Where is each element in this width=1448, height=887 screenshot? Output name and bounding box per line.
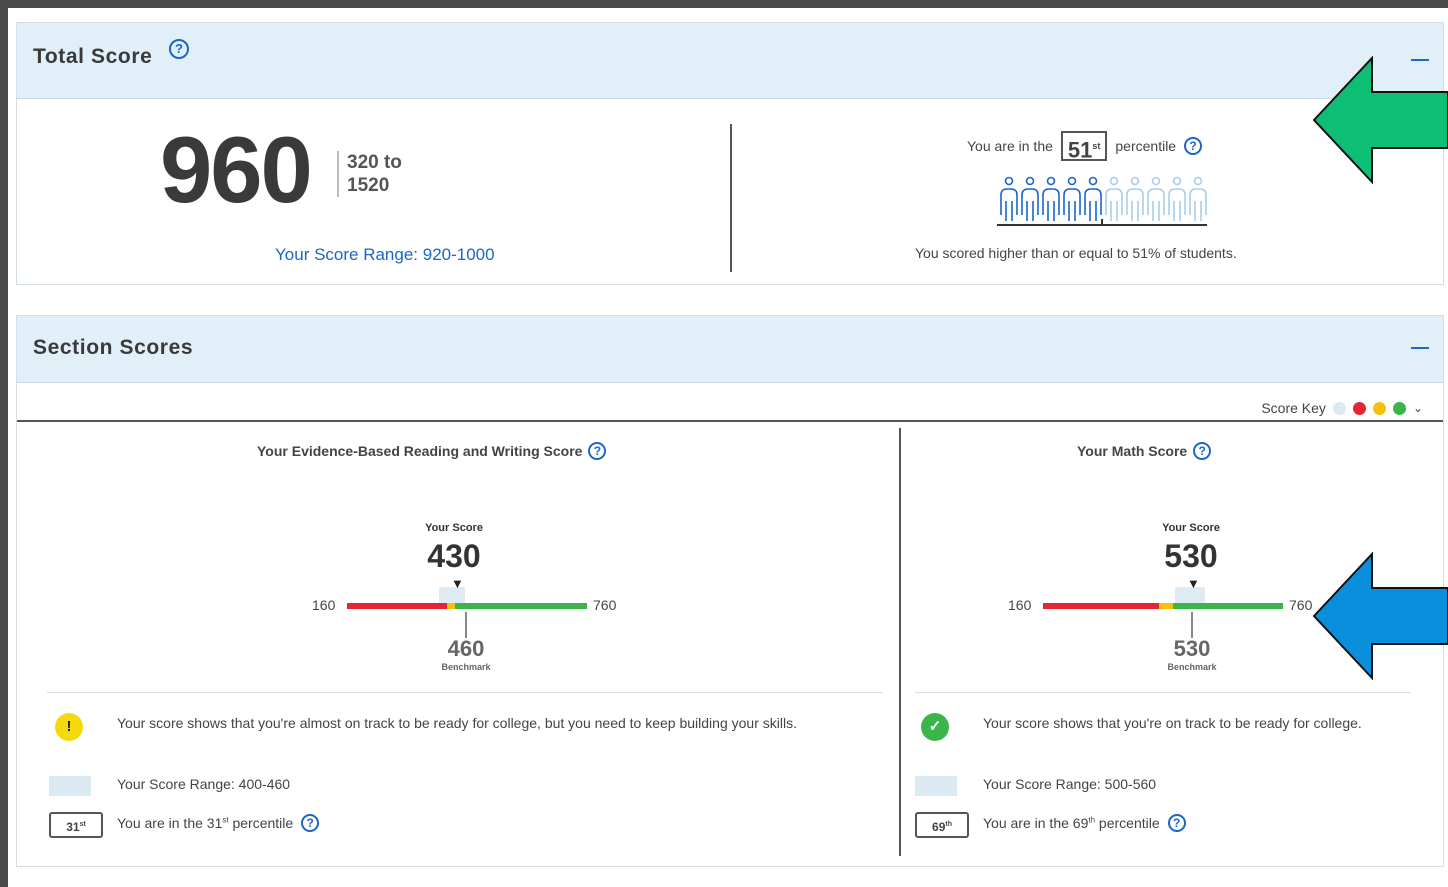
person-icon <box>1105 176 1123 221</box>
green-arrow-icon <box>1312 56 1448 185</box>
total-divider <box>730 124 732 272</box>
people-marker <box>1101 219 1103 225</box>
math-separator <box>915 692 1411 693</box>
score-key[interactable]: Score Key ⌄ <box>1261 400 1423 416</box>
math-score: 530 <box>1164 538 1218 574</box>
percentile-box: 51st <box>1060 131 1108 162</box>
ebrw-title: Your Evidence-Based Reading and Writing … <box>257 442 607 460</box>
ebrw-score-range: Your Score Range: 400-460 <box>117 776 291 792</box>
percentile-word: percentile <box>1115 138 1177 154</box>
math-range-swatch <box>915 776 957 796</box>
person-icon <box>1021 176 1039 221</box>
ebrw-percentile-pill: 31st <box>49 812 103 838</box>
math-percentile-text: You are in the 69th percentile ? <box>983 814 1186 832</box>
person-icon <box>1147 176 1165 221</box>
chevron-down-icon[interactable]: ⌄ <box>1413 401 1423 415</box>
math-score-marker-icon: ▼ <box>1187 576 1200 591</box>
ebrw-message: Your score shows that you're almost on t… <box>117 715 797 731</box>
math-benchmark-line <box>1191 612 1193 638</box>
section-divider <box>899 428 901 856</box>
total-score-card: Total Score ? 960 320 to 1520 Your Score… <box>16 22 1444 285</box>
math-benchmark-label: Benchmark <box>1167 662 1217 672</box>
question-circle-icon[interactable]: ? <box>1167 814 1186 832</box>
person-icon <box>1063 176 1081 221</box>
score-key-range-dot <box>1332 401 1346 415</box>
warning-icon: ! <box>55 713 83 741</box>
section-scores-header: Section Scores <box>17 316 1443 383</box>
ebrw-benchmark-line <box>465 612 467 638</box>
percentile-sentence: You scored higher than or equal to 51% o… <box>915 245 1237 261</box>
total-score-value: 960 <box>160 117 313 222</box>
collapse-section-button[interactable] <box>1411 347 1429 349</box>
ebrw-score-bar <box>347 603 587 609</box>
score-key-green-dot <box>1392 401 1406 415</box>
person-icon <box>1126 176 1144 221</box>
blue-arrow-icon <box>1312 552 1448 681</box>
total-score-title: Total Score <box>33 45 153 68</box>
total-percentile-line: You are in the 51st percentile ? <box>967 131 1203 162</box>
question-circle-icon[interactable]: ? <box>1193 442 1212 460</box>
math-benchmark: 530 <box>1173 636 1211 661</box>
score-report-canvas: Total Score ? 960 320 to 1520 Your Score… <box>8 8 1448 887</box>
section-header-rule <box>17 420 1443 422</box>
person-icon <box>1168 176 1186 221</box>
math-your-score-label: Your Score <box>1162 522 1220 534</box>
percentile-people-graphic <box>1000 176 1207 221</box>
math-score-range: Your Score Range: 500-560 <box>983 776 1157 792</box>
ebrw-bar-min: 160 <box>312 597 336 613</box>
ebrw-benchmark-label: Benchmark <box>441 662 491 672</box>
score-key-yellow-dot <box>1372 401 1386 415</box>
total-score-header: Total Score ? <box>17 23 1443 99</box>
person-icon <box>1189 176 1207 221</box>
ebrw-score-marker-icon: ▼ <box>451 576 464 591</box>
ebrw-your-score-label: Your Score <box>425 522 483 534</box>
math-bar-min: 160 <box>1008 597 1032 613</box>
math-percentile-pill: 69th <box>915 812 969 838</box>
ebrw-separator <box>47 692 883 693</box>
score-key-label: Score Key <box>1261 400 1326 416</box>
person-icon <box>1084 176 1102 221</box>
math-message: Your score shows that you're on track to… <box>983 715 1362 731</box>
total-score-scale: 320 to 1520 <box>337 151 417 197</box>
question-circle-icon[interactable]: ? <box>588 442 607 460</box>
section-scores-card: Section Scores Score Key ⌄ Your Evidence… <box>16 315 1444 867</box>
score-key-red-dot <box>1352 401 1366 415</box>
ebrw-percentile-text: You are in the 31st percentile ? <box>117 814 320 832</box>
math-score-bar <box>1043 603 1283 609</box>
total-score-range[interactable]: Your Score Range: 920-1000 <box>275 245 495 265</box>
check-circle-icon: ✓ <box>921 713 949 741</box>
ebrw-bar-max: 760 <box>593 597 617 613</box>
ebrw-range-swatch <box>49 776 91 796</box>
question-circle-icon[interactable]: ? <box>169 39 189 59</box>
person-icon <box>1000 176 1018 221</box>
person-icon <box>1042 176 1060 221</box>
ebrw-score: 430 <box>427 538 481 574</box>
ebrw-benchmark: 460 <box>447 636 485 661</box>
question-circle-icon[interactable]: ? <box>301 814 320 832</box>
question-circle-icon[interactable]: ? <box>1184 137 1203 155</box>
math-title: Your Math Score ? <box>1077 442 1212 460</box>
percentile-prefix: You are in the <box>967 138 1053 154</box>
section-scores-title: Section Scores <box>33 336 194 359</box>
